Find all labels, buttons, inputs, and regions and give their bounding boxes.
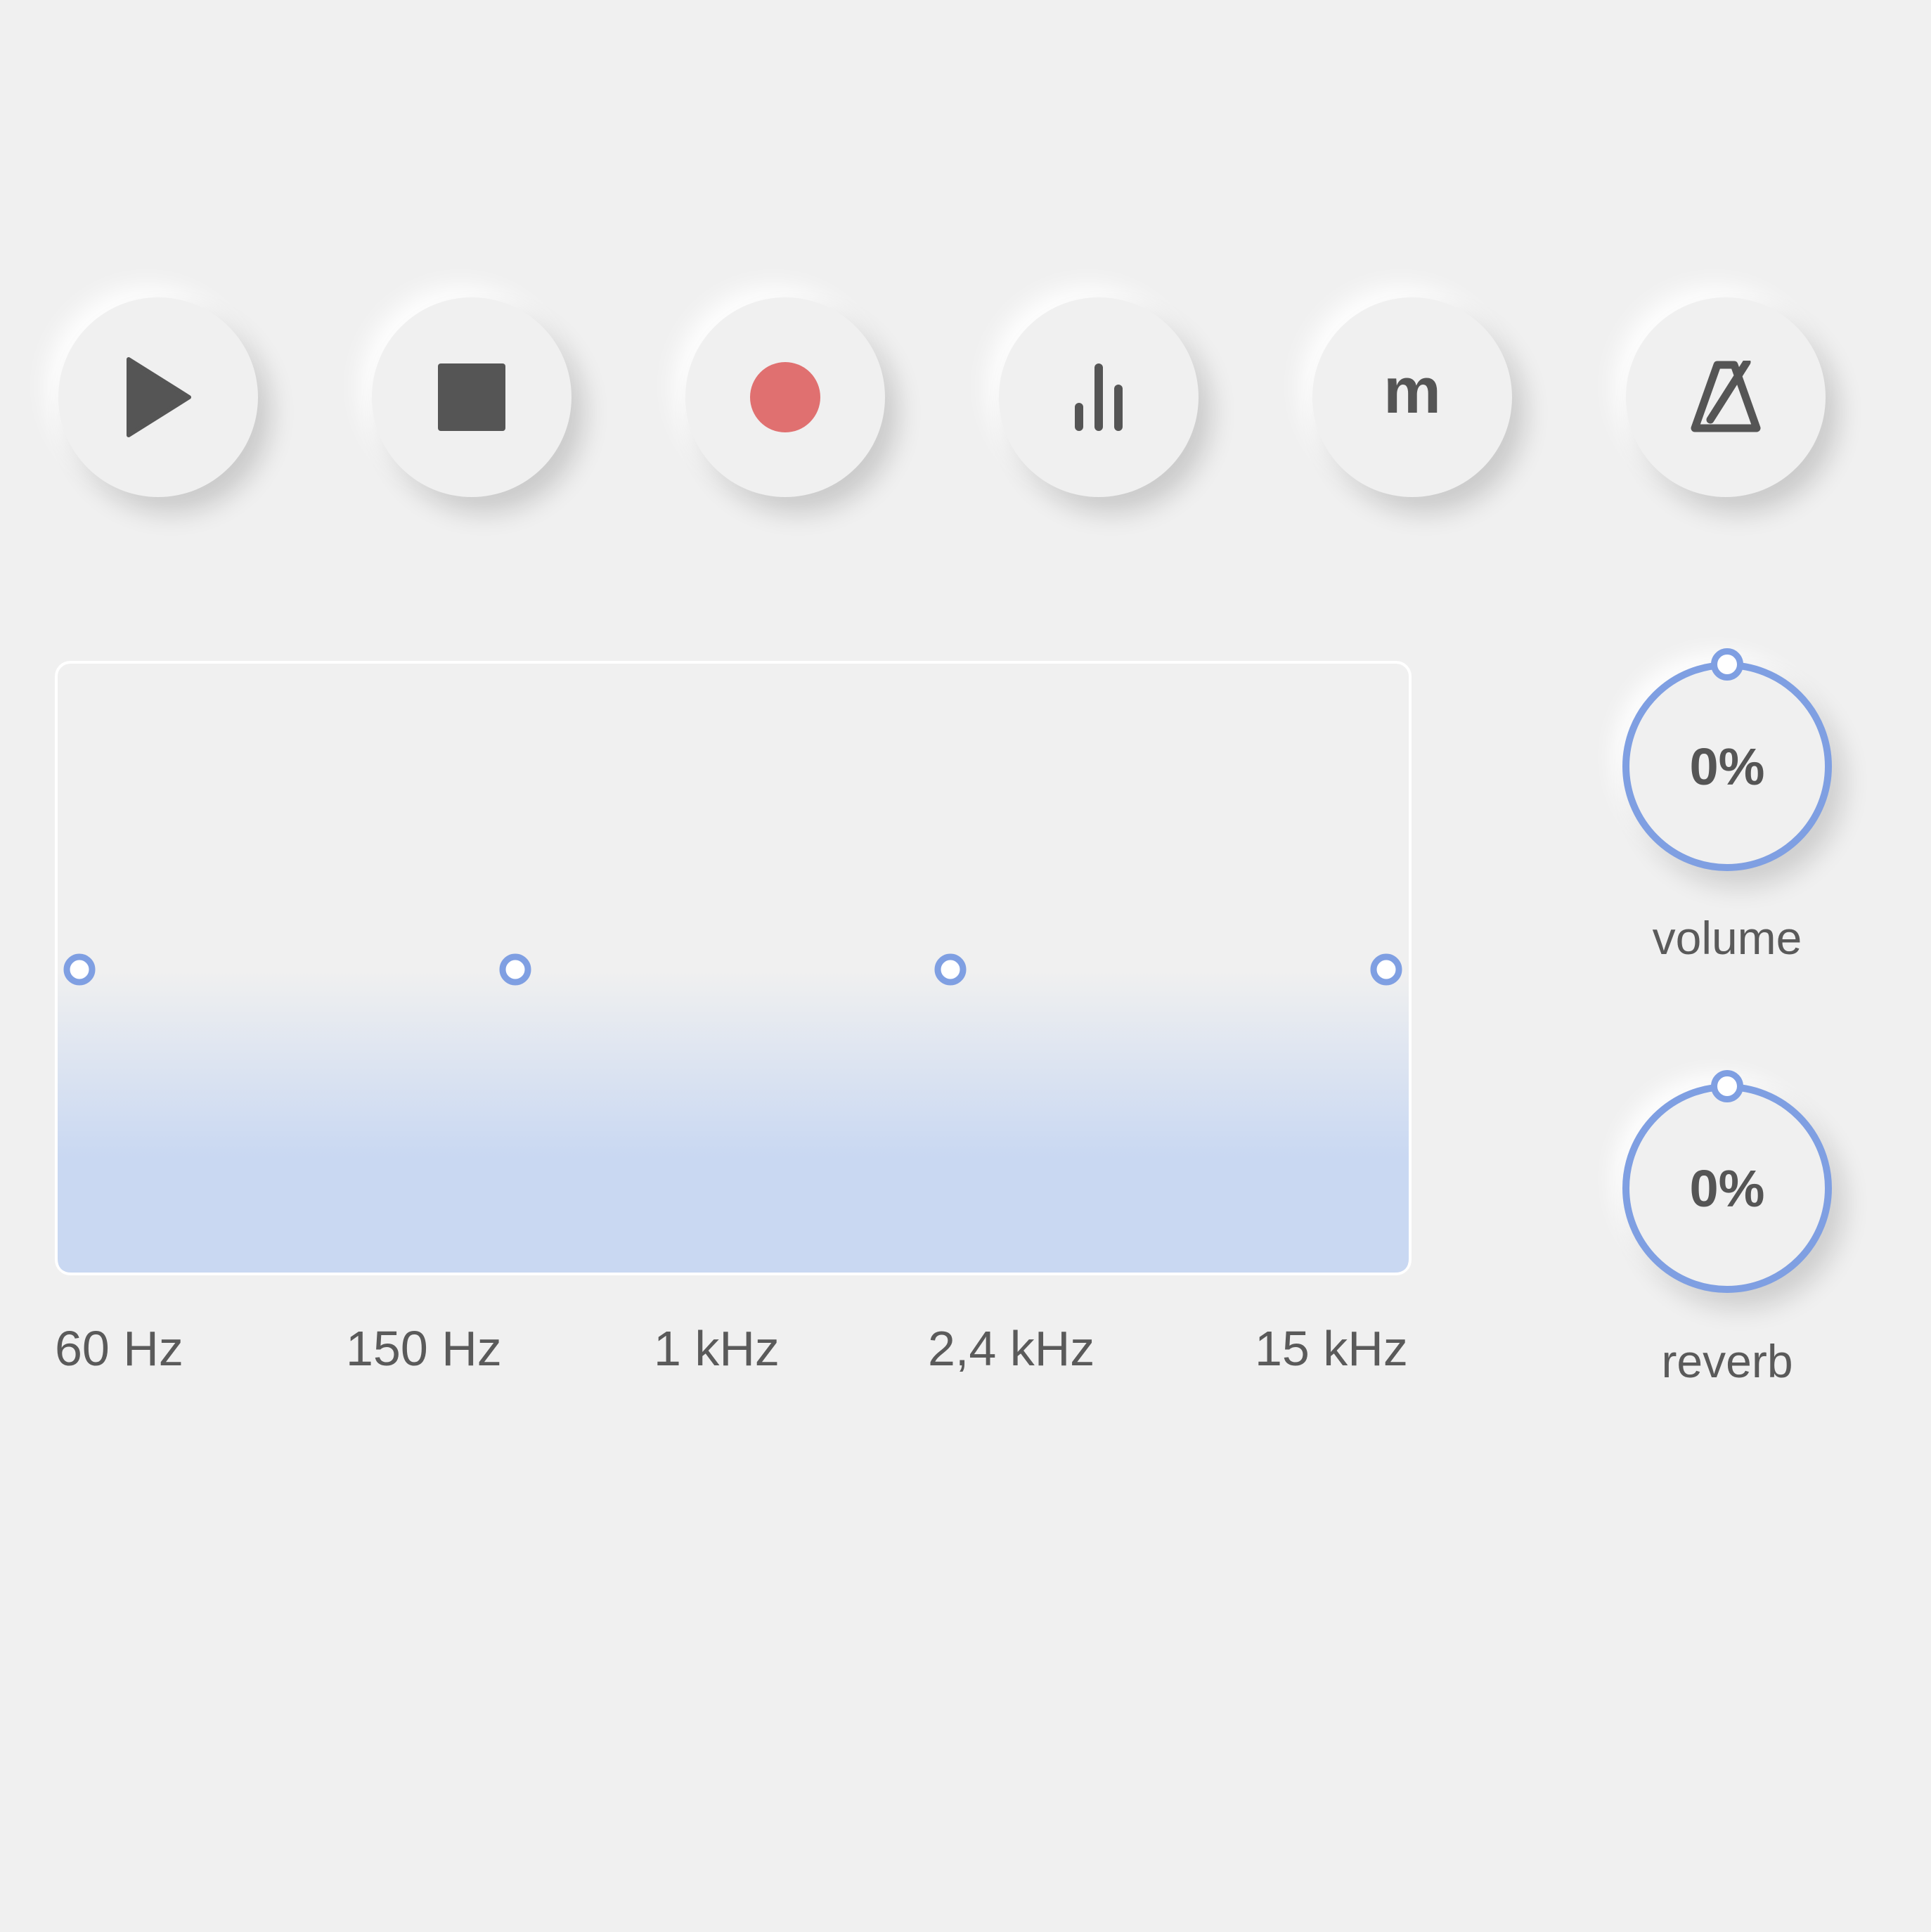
reverb-value: 0% bbox=[1689, 1159, 1765, 1218]
eq-band-label: 2,4 kHz bbox=[928, 1321, 1095, 1376]
eq-band-handle[interactable] bbox=[1370, 953, 1402, 986]
volume-knob-handle[interactable] bbox=[1711, 648, 1743, 681]
eq-band-label: 60 Hz bbox=[55, 1321, 183, 1376]
eq-band-label: 15 kHz bbox=[1255, 1321, 1408, 1376]
volume-label: volume bbox=[1652, 912, 1802, 964]
eq-band-handle[interactable] bbox=[63, 953, 96, 986]
volume-knob[interactable]: 0% bbox=[1622, 662, 1832, 871]
eq-band-handle[interactable] bbox=[934, 953, 967, 986]
eq-band-handle[interactable] bbox=[499, 953, 531, 986]
eq-band-label: 150 Hz bbox=[346, 1321, 502, 1376]
eq-band-label: 1 kHz bbox=[654, 1321, 780, 1376]
reverb-knob-handle[interactable] bbox=[1711, 1070, 1743, 1102]
equalizer-graph bbox=[58, 953, 1409, 1273]
eq-curve-fill bbox=[58, 970, 1409, 1273]
reverb-knob[interactable]: 0% bbox=[1622, 1083, 1832, 1293]
volume-value: 0% bbox=[1689, 737, 1765, 796]
reverb-label: reverb bbox=[1661, 1335, 1793, 1387]
